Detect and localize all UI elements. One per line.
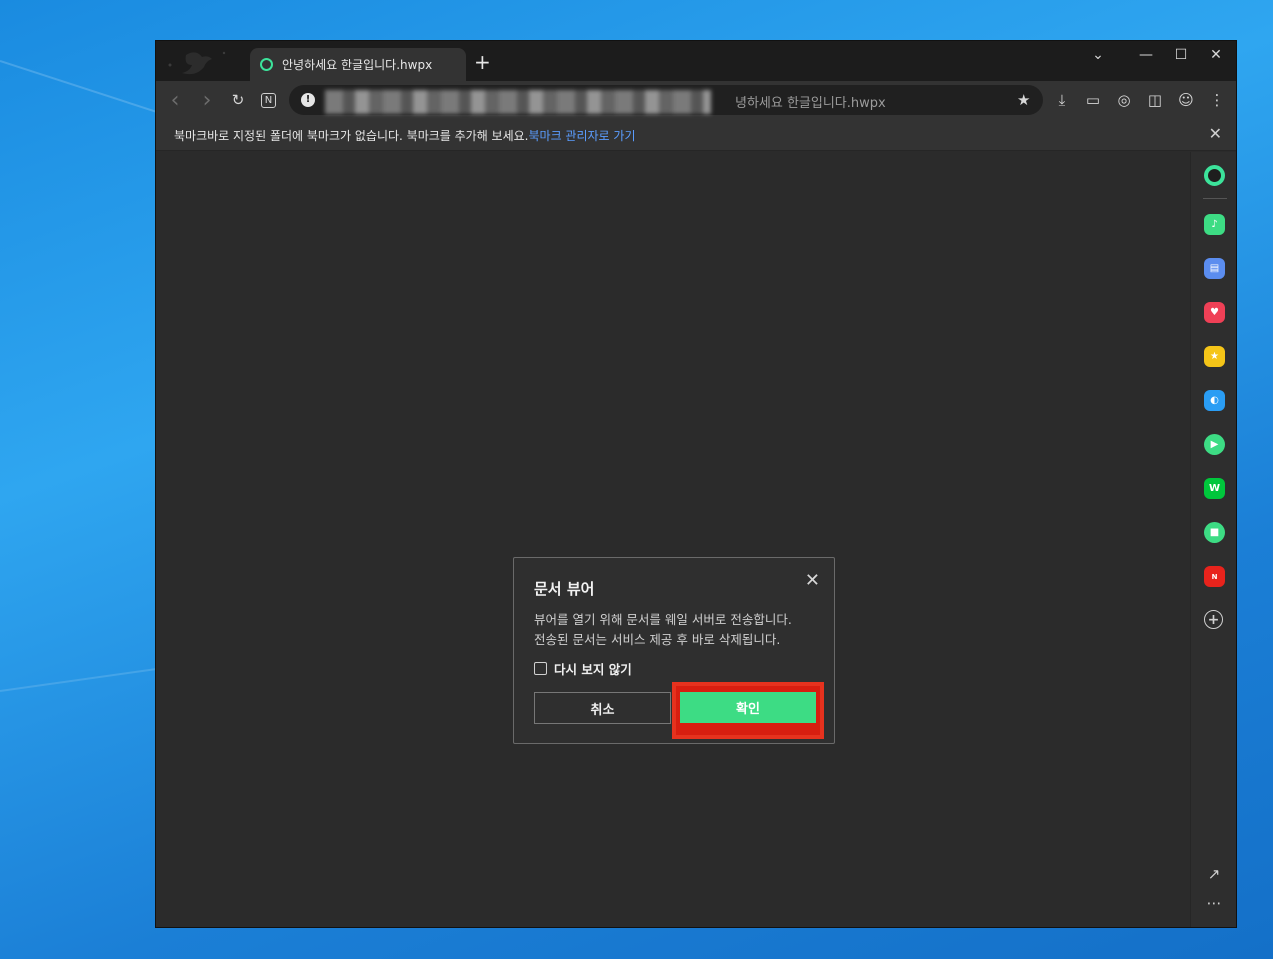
url-text: 녕하세요 한글입니다.hwpx xyxy=(735,96,886,111)
address-bar[interactable]: ! 녕하세요 한글입니다.hwpx ★ xyxy=(289,85,1043,115)
dialog-title: 문서 뷰어 xyxy=(534,580,595,598)
bookmark-bar-close-icon[interactable]: ✕ xyxy=(1209,124,1222,143)
site-info-icon[interactable]: ! xyxy=(301,93,315,107)
window-close-button[interactable]: ✕ xyxy=(1199,41,1233,69)
naver-icon[interactable]: N xyxy=(261,93,276,108)
capture-icon[interactable]: ▭ xyxy=(1082,89,1104,111)
split-view-icon[interactable]: ◫ xyxy=(1144,89,1166,111)
checkbox-box[interactable] xyxy=(534,662,547,675)
document-viewer-dialog: 문서 뷰어 ✕ 뷰어를 열기 위해 문서를 웨일 서버로 전송합니다. 전송된 … xyxy=(513,557,835,744)
reload-button[interactable]: ↻ xyxy=(227,89,249,111)
dialog-body-line: 뷰어를 열기 위해 문서를 웨일 서버로 전송합니다. xyxy=(534,612,792,627)
back-button[interactable]: ‹ xyxy=(164,88,186,113)
minimize-button[interactable]: — xyxy=(1129,41,1163,69)
toolbar: ‹ › ↻ N ! 녕하세요 한글입니다.hwpx ★ ⤓ ▭ ◎ ◫ ☺ ⋮ xyxy=(156,81,1236,119)
bell-icon[interactable]: ♪ xyxy=(1204,214,1225,235)
screenshot-icon[interactable]: ◎ xyxy=(1113,89,1135,111)
checkbox-label: 다시 보지 않기 xyxy=(554,662,632,677)
maximize-button[interactable]: ☐ xyxy=(1164,41,1198,69)
browser-window: 안녕하세요 한글입니다.hwpx + ⌄ — ☐ ✕ ‹ › ↻ N ! 녕하세… xyxy=(155,40,1237,928)
bookmark-empty-text: 북마크바로 지정된 폴더에 북마크가 없습니다. 북마크를 추가해 보세요. xyxy=(174,129,529,143)
forward-button[interactable]: › xyxy=(196,88,218,113)
whale-space-icon[interactable] xyxy=(1204,165,1225,186)
sidebar-divider xyxy=(1203,198,1227,199)
dialog-body: 뷰어를 열기 위해 문서를 웨일 서버로 전송합니다. 전송된 문서는 서비스 … xyxy=(534,610,824,650)
tab-active[interactable]: 안녕하세요 한글입니다.hwpx xyxy=(250,48,466,81)
dont-show-again-checkbox[interactable]: 다시 보지 않기 xyxy=(534,659,632,678)
cancel-button[interactable]: 취소 xyxy=(534,692,671,724)
bookmark-bar-message: 북마크바로 지정된 폴더에 북마크가 없습니다. 북마크를 추가해 보세요.북마… xyxy=(174,127,636,144)
highlight-frame: 확인 xyxy=(672,682,824,739)
pocket-icon[interactable]: ♥ xyxy=(1204,302,1225,323)
sidebar: ♪ ▤ ♥ ★ ◐ ▶ W ■ N + ↗ ⋯ xyxy=(1190,152,1236,927)
star-icon[interactable]: ★ xyxy=(1204,346,1225,367)
tab-strip: 안녕하세요 한글입니다.hwpx + ⌄ — ☐ ✕ xyxy=(156,41,1236,81)
bookmark-star-icon[interactable]: ★ xyxy=(1017,91,1030,109)
confirm-button[interactable]: 확인 xyxy=(680,692,816,723)
url-obscured xyxy=(325,90,711,114)
open-external-icon[interactable]: ↗ xyxy=(1203,865,1225,883)
briefcase-icon[interactable]: ▤ xyxy=(1204,258,1225,279)
menu-icon[interactable]: ⋮ xyxy=(1206,89,1228,111)
webtoon-icon[interactable]: W xyxy=(1204,478,1225,499)
now-icon[interactable]: N xyxy=(1204,566,1225,587)
bird-decoration-icon xyxy=(168,51,226,75)
page-content: 문서 뷰어 ✕ 뷰어를 열기 위해 문서를 웨일 서버로 전송합니다. 전송된 … xyxy=(156,152,1190,927)
document-viewer-icon xyxy=(260,58,273,71)
add-icon[interactable]: + xyxy=(1204,610,1223,629)
profile-icon[interactable]: ☺ xyxy=(1175,89,1197,111)
tab-title: 안녕하세요 한글입니다.hwpx xyxy=(282,58,433,72)
new-tab-button[interactable]: + xyxy=(474,52,491,72)
more-icon[interactable]: ⋯ xyxy=(1203,894,1225,912)
tab-list-chevron-down-icon[interactable]: ⌄ xyxy=(1081,41,1115,69)
desktop-streak xyxy=(0,667,159,692)
bookmark-bar: 북마크바로 지정된 폴더에 북마크가 없습니다. 북마크를 추가해 보세요.북마… xyxy=(156,119,1236,151)
papago-icon[interactable]: ◐ xyxy=(1204,390,1225,411)
dialog-close-icon[interactable]: ✕ xyxy=(805,570,820,591)
play-icon[interactable]: ▶ xyxy=(1204,434,1225,455)
memo-icon[interactable]: ■ xyxy=(1204,522,1225,543)
dialog-body-line: 전송된 문서는 서비스 제공 후 바로 삭제됩니다. xyxy=(534,632,781,647)
download-icon[interactable]: ⤓ xyxy=(1051,89,1073,111)
bookmark-manager-link[interactable]: 북마크 관리자로 가기 xyxy=(529,129,636,143)
